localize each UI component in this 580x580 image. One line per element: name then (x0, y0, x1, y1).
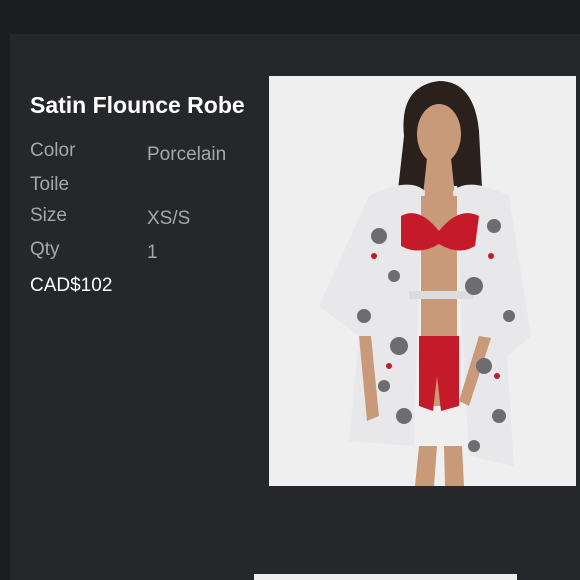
next-product-image[interactable] (254, 574, 517, 580)
top-bar (0, 0, 580, 32)
size-value: XS/S (147, 208, 191, 229)
toile-label: Toile (30, 174, 70, 195)
product-image[interactable] (269, 76, 576, 486)
product-title: Satin Flounce Robe (30, 92, 245, 118)
color-value: Porcelain (147, 144, 227, 165)
size-label: Size (30, 205, 67, 226)
qty-label: Qty (30, 239, 60, 260)
color-label: Color (30, 140, 76, 161)
product-price: CAD$102 (30, 275, 113, 296)
qty-value: 1 (147, 242, 158, 263)
product-card: Satin Flounce Robe Color Porcelain Toile… (10, 34, 580, 580)
